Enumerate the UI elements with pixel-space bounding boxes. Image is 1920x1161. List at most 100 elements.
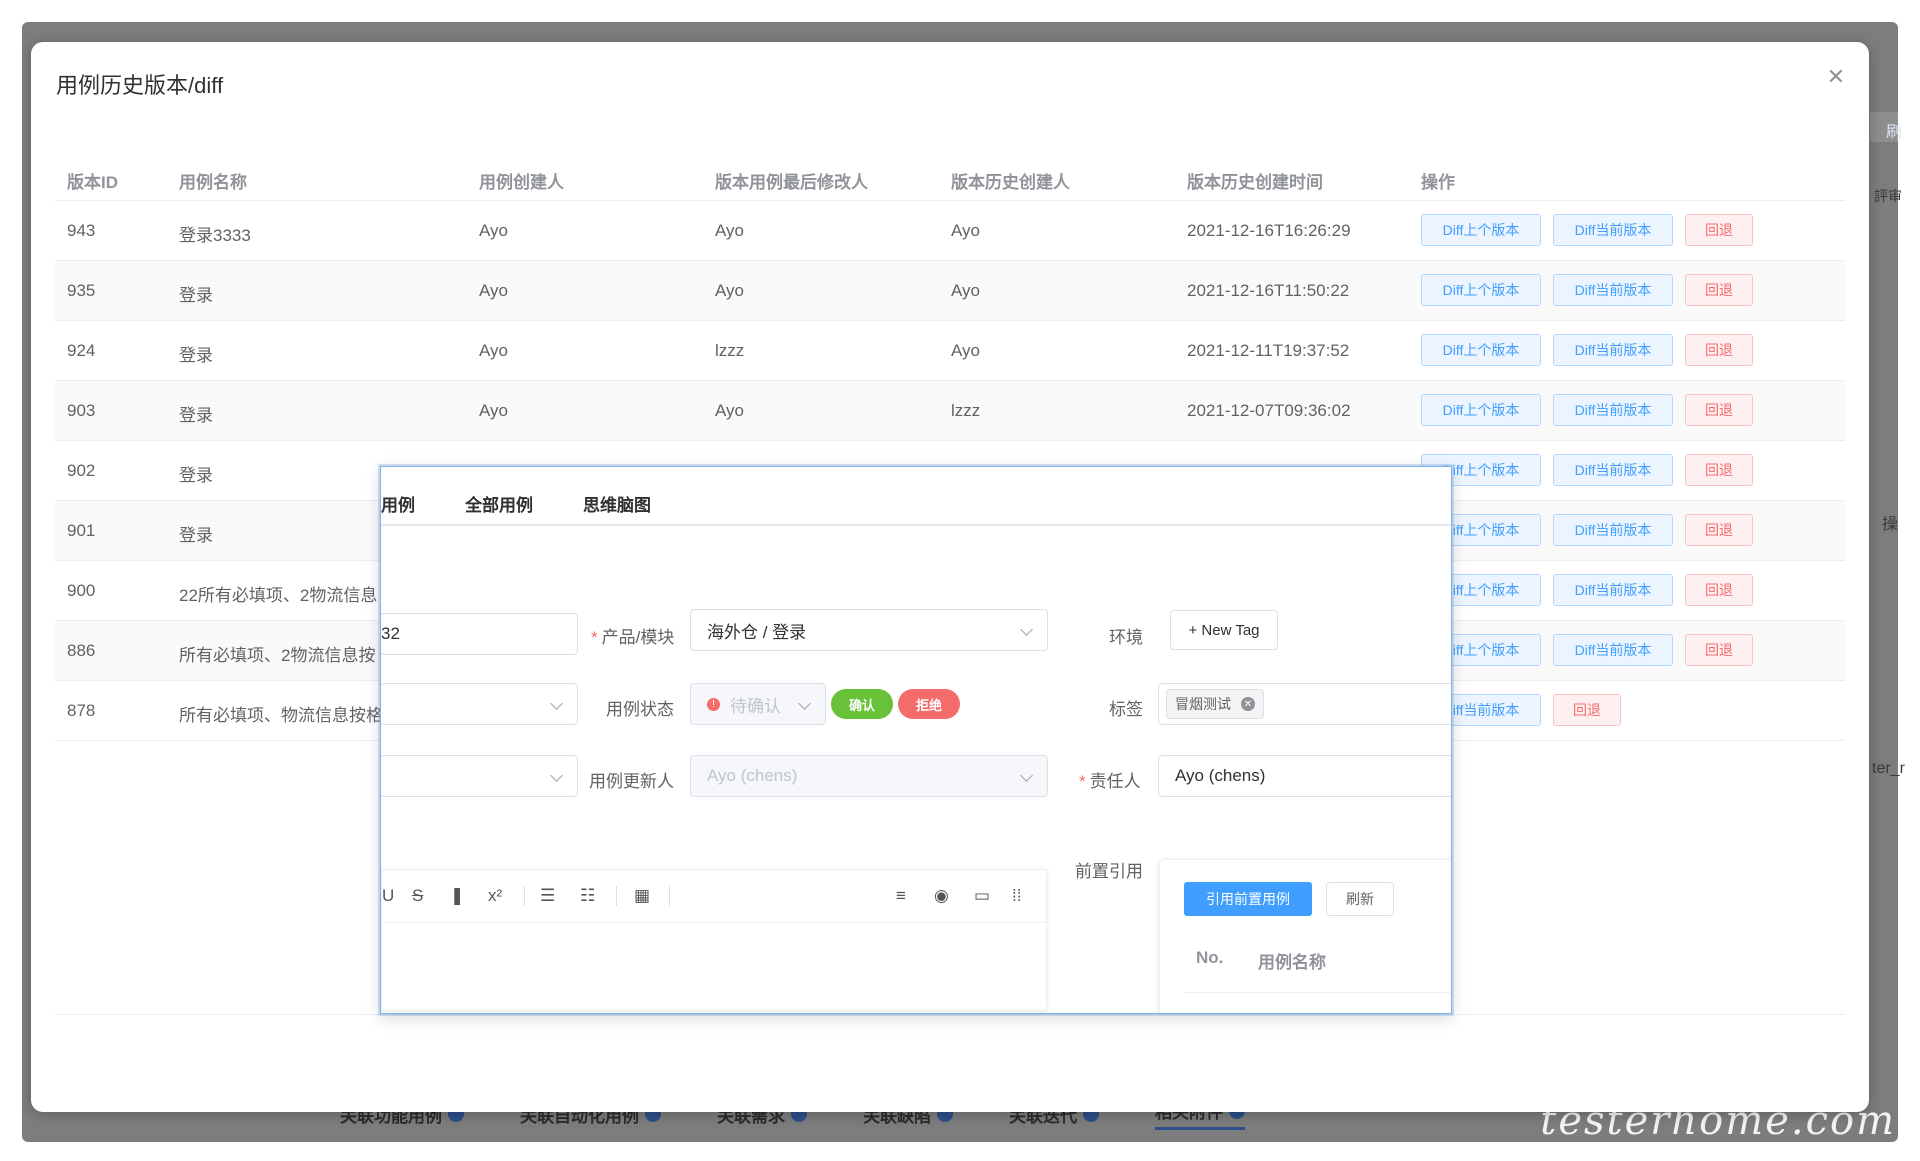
env-label: 环境 (1109, 628, 1143, 647)
col-version-id: 版本ID (67, 173, 118, 192)
col-actions: 操作 (1421, 173, 1455, 192)
toolbar-divider (524, 886, 525, 906)
tab-all-cases[interactable]: 全部用例 (465, 491, 533, 516)
rollback-button[interactable]: 回退 (1685, 454, 1753, 486)
chevron-down-icon (798, 697, 811, 710)
underline-icon[interactable]: U (382, 886, 394, 906)
ordered-list-icon[interactable]: ☰ (540, 886, 555, 906)
diff-current-button[interactable]: Diff当前版本 (1553, 634, 1673, 666)
cite-precondition-button[interactable]: 引用前置用例 (1184, 882, 1312, 916)
col-history-creator: 版本历史创建人 (951, 173, 1070, 192)
diff-current-button[interactable]: Diff当前版本 (1553, 394, 1673, 426)
rollback-button[interactable]: 回退 (1685, 634, 1753, 666)
col-history-time: 版本历史创建时间 (1187, 173, 1323, 192)
updater-label: 用例更新人 (589, 772, 674, 791)
cell-modifier: Ayo (715, 401, 744, 420)
chevron-down-icon (1020, 623, 1033, 636)
bg-side-text-1: 刷 (1886, 124, 1903, 141)
rollback-button[interactable]: 回退 (1685, 334, 1753, 366)
diff-prev-button[interactable]: Diff上个版本 (1421, 394, 1541, 426)
tab-mindmap[interactable]: 思维脑图 (583, 491, 651, 516)
strikethrough-icon[interactable]: S (412, 886, 423, 906)
ref-col-name: 用例名称 (1258, 953, 1326, 972)
status-label: 用例状态 (606, 700, 674, 719)
owner-input[interactable]: Ayo (chens) (1158, 755, 1451, 797)
cell-creator: Ayo (479, 281, 508, 300)
preview-eye-icon[interactable]: ◉ (934, 886, 949, 906)
cell-name: 登录 (179, 286, 213, 305)
close-icon[interactable]: ✕ (1241, 697, 1255, 711)
status-select[interactable]: ! 待确认 (690, 683, 826, 725)
tab-case[interactable]: 用例 (381, 491, 415, 516)
toolbar-divider (669, 886, 670, 906)
cell-history-creator: Ayo (951, 281, 980, 300)
cell-name: 所有必填项、2物流信息按 (179, 646, 376, 665)
diff-prev-button[interactable]: Diff上个版本 (1421, 274, 1541, 306)
history-diff-dialog: 用例历史版本/diff ✕ 版本ID 用例名称 用例创建人 版本用例最后修改人 … (31, 42, 1869, 1112)
chevron-down-icon (550, 697, 563, 710)
priority-select[interactable] (381, 755, 578, 797)
product-module-value: 海外仓 / 登录 (707, 622, 807, 642)
cell-id: 902 (67, 461, 96, 480)
tag-chip: 冒烟测试 ✕ (1166, 689, 1264, 719)
confirm-button[interactable]: 确认 (831, 689, 893, 719)
diff-current-button[interactable]: Diff当前版本 (1553, 274, 1673, 306)
cell-modifier: Ayo (715, 221, 744, 240)
col-case-name: 用例名称 (179, 173, 247, 192)
ref-col-no: No. (1196, 948, 1224, 967)
cell-id: 886 (67, 641, 96, 660)
rollback-button[interactable]: 回退 (1685, 214, 1753, 246)
cell-time: 2021-12-16T16:26:29 (1187, 221, 1351, 240)
markdown-editor[interactable]: U S ❚ x² ☰ ☷ ▦ ≡ ◉ ▭ ⁞⁞ (381, 869, 1047, 1011)
preref-label: 前置引用 (1075, 862, 1143, 881)
diff-current-button[interactable]: Diff当前版本 (1553, 214, 1673, 246)
bg-side-text-4: 評审 (1874, 188, 1902, 204)
diff-current-button[interactable]: Diff当前版本 (1553, 514, 1673, 546)
status-value: 待确认 (730, 696, 781, 716)
dialog-title: 用例历史版本/diff (56, 73, 224, 98)
case-id-input[interactable]: 32 (381, 613, 578, 655)
cell-time: 2021-12-07T09:36:02 (1187, 401, 1351, 420)
table-header: 版本ID 用例名称 用例创建人 版本用例最后修改人 版本历史创建人 版本历史创建… (55, 154, 1845, 200)
warning-icon: ! (707, 697, 720, 711)
rollback-button[interactable]: 回退 (1685, 574, 1753, 606)
bookmark-icon[interactable]: ❚ (450, 886, 464, 906)
table-row: 943 登录3333 Ayo Ayo Ayo 2021-12-16T16:26:… (55, 200, 1845, 261)
cell-time: 2021-12-11T19:37:52 (1187, 341, 1350, 360)
fullscreen-icon[interactable]: ▭ (974, 886, 990, 906)
tags-label: 标签 (1109, 700, 1143, 719)
diff-prev-button[interactable]: Diff上个版本 (1421, 214, 1541, 246)
menu-icon[interactable]: ≡ (896, 886, 906, 906)
refresh-button[interactable]: 刷新 (1326, 882, 1394, 916)
cell-history-creator: lzzz (951, 401, 981, 420)
diff-current-button[interactable]: Diff当前版本 (1553, 454, 1673, 486)
product-module-select[interactable]: 海外仓 / 登录 (690, 609, 1048, 651)
cell-id: 943 (67, 221, 96, 240)
rollback-button[interactable]: 回退 (1685, 514, 1753, 546)
dialog-footer-divider (55, 1014, 1845, 1015)
rollback-button[interactable]: 回退 (1685, 394, 1753, 426)
superscript-icon[interactable]: x² (488, 886, 502, 906)
new-tag-button[interactable]: + New Tag (1170, 610, 1278, 650)
rollback-button[interactable]: 回退 (1685, 274, 1753, 306)
cell-name: 登录3333 (179, 226, 251, 245)
diff-prev-button[interactable]: Diff上个版本 (1421, 334, 1541, 366)
bg-side-text-2: 操 (1882, 516, 1899, 533)
cell-time: 2021-12-16T11:50:22 (1187, 281, 1350, 300)
cell-id: 901 (67, 521, 96, 540)
cell-id: 924 (67, 341, 96, 360)
case-type-select[interactable] (381, 683, 578, 725)
cell-id: 900 (67, 581, 96, 600)
col-creator: 用例创建人 (479, 173, 564, 192)
updater-select[interactable]: Ayo (chens) (690, 755, 1048, 797)
product-label: * 产品/模块 (591, 628, 675, 647)
diff-current-button[interactable]: Diff当前版本 (1553, 574, 1673, 606)
table-icon[interactable]: ▦ (634, 886, 650, 906)
diff-current-button[interactable]: Diff当前版本 (1553, 334, 1673, 366)
unordered-list-icon[interactable]: ☷ (580, 886, 595, 906)
cell-name: 登录 (179, 526, 213, 545)
grid-icon[interactable]: ⁞⁞ (1012, 886, 1021, 906)
reject-button[interactable]: 拒绝 (898, 689, 960, 719)
rollback-button[interactable]: 回退 (1553, 694, 1621, 726)
close-icon[interactable]: ✕ (1827, 64, 1845, 90)
